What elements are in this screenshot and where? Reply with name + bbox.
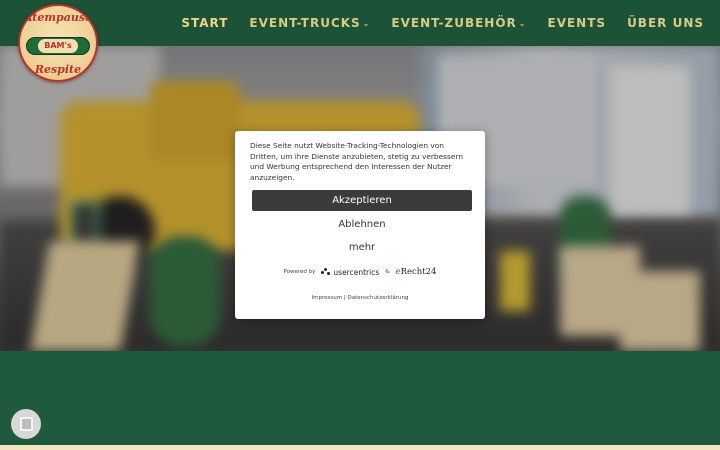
consent-text: Diese Seite nutzt Website-Tracking-Techn… (250, 141, 464, 182)
nav-item-event-trucks[interactable]: EVENT-TRUCKS ⌄ (249, 16, 370, 30)
logo-top-text: Atempause (23, 11, 93, 24)
imprint-link[interactable]: Impressum (312, 295, 343, 301)
powered-by-label: Powered by (283, 269, 316, 275)
usercentrics-icon (321, 268, 331, 276)
nav-item-event-zubehoer[interactable]: EVENT-ZUBEHÖR ⌄ (391, 16, 526, 30)
nav-item-label: ÜBER UNS (627, 16, 704, 30)
privacy-settings-button[interactable] (11, 409, 41, 439)
nav-item-label: START (181, 16, 229, 30)
chevron-down-icon: ⌄ (518, 18, 527, 28)
nav-item-events[interactable]: EVENTS (548, 16, 607, 30)
fingerprint-icon (19, 417, 33, 431)
more-button[interactable]: mehr (252, 238, 472, 258)
site-logo[interactable]: Atempause BAM's Respite (18, 4, 98, 82)
link-separator: | (343, 295, 346, 301)
nav-item-ueber-uns[interactable]: ÜBER UNS (627, 16, 704, 30)
content-section (0, 351, 720, 445)
site-header: START EVENT-TRUCKS ⌄ EVENT-ZUBEHÖR ⌄ EVE… (0, 0, 720, 46)
logo-center-text: BAM's (38, 39, 78, 53)
nav-item-label: EVENT-ZUBEHÖR (391, 16, 517, 30)
privacy-policy-link[interactable]: Datenschutzerklärung (347, 295, 408, 301)
erecht24-logo-text: Recht24 (400, 267, 437, 277)
decline-button[interactable]: Ablehnen (252, 215, 472, 235)
footer-strip (0, 445, 720, 450)
main-nav: START EVENT-TRUCKS ⌄ EVENT-ZUBEHÖR ⌄ EVE… (160, 16, 704, 30)
cookie-consent-dialog: Diese Seite nutzt Website-Tracking-Techn… (235, 131, 485, 319)
nav-item-label: EVENTS (547, 16, 607, 30)
erecht24-logo[interactable]: e Recht24 (396, 267, 437, 277)
ampersand: & (385, 269, 390, 275)
nav-item-start[interactable]: START (181, 16, 228, 30)
consent-links: Impressum | Datenschutzerklärung (235, 295, 485, 301)
usercentrics-logo[interactable]: usercentrics (321, 268, 379, 277)
powered-by-row: Powered by usercentrics & e Recht24 (235, 267, 485, 277)
chevron-down-icon: ⌄ (362, 18, 371, 28)
nav-item-label: EVENT-TRUCKS (249, 16, 361, 30)
accept-button[interactable]: Akzeptieren (252, 190, 472, 211)
logo-bottom-text: Respite (34, 63, 82, 76)
usercentrics-label: usercentrics (333, 267, 380, 277)
